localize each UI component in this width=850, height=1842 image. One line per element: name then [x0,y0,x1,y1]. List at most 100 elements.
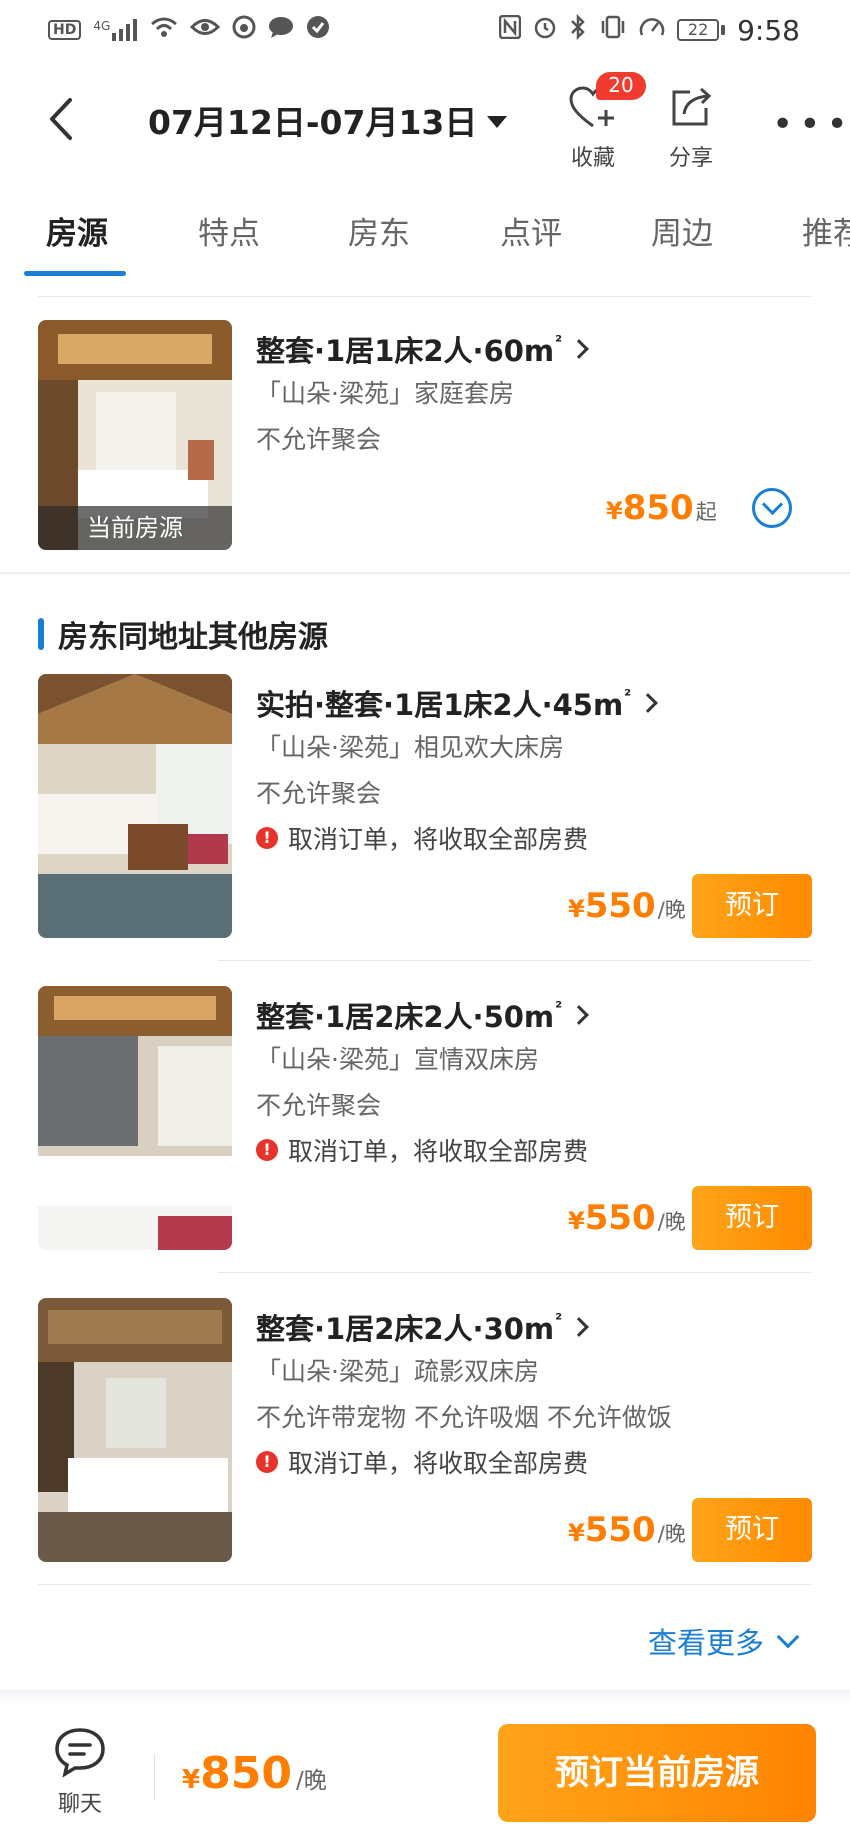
listing-card[interactable]: 整套·1居2床2人·30m ² 「山朵·梁苑」疏影双床房 不允许带宠物 不允许吸烟… [38,1298,812,1562]
chevron-right-icon [638,693,659,713]
bottom-action-bar: 聊天 ¥850/晚 预订当前房源 [0,1704,850,1842]
chat-label: 聊天 [57,1792,102,1817]
book-button[interactable]: 预订 [692,1498,812,1562]
tab-listing[interactable]: 房源 [46,208,108,253]
listing-title[interactable]: 整套·1居2床2人·50m ² [256,994,590,1036]
listing-rules: 不允许聚会 [256,779,382,808]
chevron-right-icon [569,339,590,359]
bottom-price: ¥850/晚 [182,1748,327,1799]
warning-icon: ! [256,1451,278,1473]
area-unit-sup: ² [555,1309,563,1329]
vibrate-icon [599,15,627,46]
listing-name: 「山朵·梁苑」家庭套房 [256,379,514,408]
chat-icon [55,1728,105,1778]
section-accent-bar [38,618,44,650]
expand-chevron-icon[interactable] [752,488,792,528]
price-amount: 550 [584,1198,656,1238]
chevron-right-icon [569,1005,590,1025]
nfc-icon [498,14,522,45]
tab-nearby[interactable]: 周边 [651,208,713,253]
listing-price: ¥550/晚 [568,886,686,926]
network-type: 4G [93,19,111,33]
listing-photo[interactable] [38,674,232,938]
more-options-icon[interactable]: ••• [772,104,850,145]
tab-recommend[interactable]: 推荐 [802,208,850,253]
price-amount: 850 [200,1748,292,1799]
status-bar: HD 4G 22 9:58 [0,0,850,60]
cancel-policy-text: 取消订单，将收取全部房费 [288,1449,589,1478]
listing-rule: 不允许聚会 [256,425,382,454]
chevron-down-icon [776,1625,800,1649]
listing-title-text: 实拍·整套·1居1床2人·45m [256,688,624,722]
price-currency: ¥ [568,1207,585,1235]
listing-card[interactable]: 整套·1居2床2人·50m ² 「山朵·梁苑」宣情双床房 不允许聚会 ! 取消订单… [38,986,812,1250]
bottom-bar-shadow [0,1690,850,1704]
cancel-policy: ! 取消订单，将收取全部房费 [256,1444,588,1480]
book-button[interactable]: 预订 [692,874,812,938]
speedometer-icon [639,15,665,46]
current-listing-card[interactable]: 当前房源 整套·1居1床2人·60m ² 「山朵·梁苑」家庭套房 不允许聚会 ¥8… [38,320,812,552]
tab-features[interactable]: 特点 [198,208,260,253]
price-currency: ¥ [568,1519,585,1547]
divider [38,1584,812,1585]
area-unit-sup: ² [624,685,632,705]
listing-name: 「山朵·梁苑」疏影双床房 [256,1357,539,1386]
favorite-button[interactable]: 20 收藏 [558,72,646,172]
divider [38,296,812,297]
listing-price: ¥850起 [606,488,717,528]
price-currency: ¥ [182,1765,201,1795]
listing-name: 「山朵·梁苑」宣情双床房 [256,1045,539,1074]
divider [154,1754,155,1800]
listing-title[interactable]: 实拍·整套·1居1床2人·45m ² [256,682,659,724]
listing-photo[interactable] [38,986,232,1250]
section-separator [0,572,850,574]
favorite-label: 收藏 [570,146,615,171]
section-title-text: 房东同地址其他房源 [58,620,328,655]
book-button[interactable]: 预订 [692,1186,812,1250]
listing-title[interactable]: 整套·1居2床2人·30m ² [256,1306,590,1348]
price-unit: /晚 [295,1768,327,1794]
battery-level: 22 [677,19,720,41]
book-current-listing-button[interactable]: 预订当前房源 [498,1724,816,1822]
price-currency: ¥ [568,895,585,923]
share-button[interactable]: 分享 [656,76,726,172]
status-right-icons: 22 9:58 [498,13,800,47]
cancel-policy: ! 取消订单，将收取全部房费 [256,820,588,856]
other-listings-section-title: 房东同地址其他房源 [38,612,328,656]
favorite-count-badge: 20 [596,72,646,100]
listing-card[interactable]: 实拍·整套·1居1床2人·45m ² 「山朵·梁苑」相见欢大床房 不允许聚会 ! … [38,674,812,938]
listing-title[interactable]: 整套·1居1床2人·60m ² [256,328,590,370]
tab-reviews[interactable]: 点评 [500,208,562,253]
cancel-policy: ! 取消订单，将收取全部房费 [256,1132,588,1168]
listing-rules: 不允许带宠物 不允许吸烟 不允许做饭 [256,1403,672,1432]
battery-icon: 22 [677,19,726,41]
price-unit: /晚 [657,1522,686,1546]
listing-photo[interactable]: 当前房源 [38,320,232,550]
back-button[interactable] [40,94,84,144]
see-more-label: 查看更多 [648,1626,765,1660]
listing-title-text: 整套·1居2床2人·50m [256,1000,555,1034]
section-tabs: 房源 特点 房东 点评 周边 推荐 [0,200,850,280]
date-range-text: 07月12日-07月13日 [148,103,478,142]
see-more-button[interactable]: 查看更多 [648,1620,800,1662]
alarm-icon [533,15,557,46]
bluetooth-icon [569,13,587,47]
hd-icon: HD [48,20,82,40]
price-unit: /晚 [657,898,686,922]
date-range-selector[interactable]: 07月12日-07月13日 [148,96,508,144]
divider [218,1272,812,1273]
divider [218,960,812,961]
status-left-icons: HD 4G [48,15,330,46]
active-tab-indicator [24,271,126,276]
listing-name: 「山朵·梁苑」相见欢大床房 [256,733,564,762]
cancel-policy-text: 取消订单，将收取全部房费 [288,825,589,854]
area-unit-sup: ² [555,331,563,351]
listing-photo[interactable] [38,1298,232,1562]
listing-price: ¥550/晚 [568,1198,686,1238]
chat-button[interactable]: 聊天 [40,1726,120,1818]
listing-price: ¥550/晚 [568,1510,686,1550]
wifi-icon [150,15,178,45]
current-listing-tag: 当前房源 [38,506,232,550]
tab-host[interactable]: 房东 [348,208,410,253]
caret-down-icon [487,116,508,128]
